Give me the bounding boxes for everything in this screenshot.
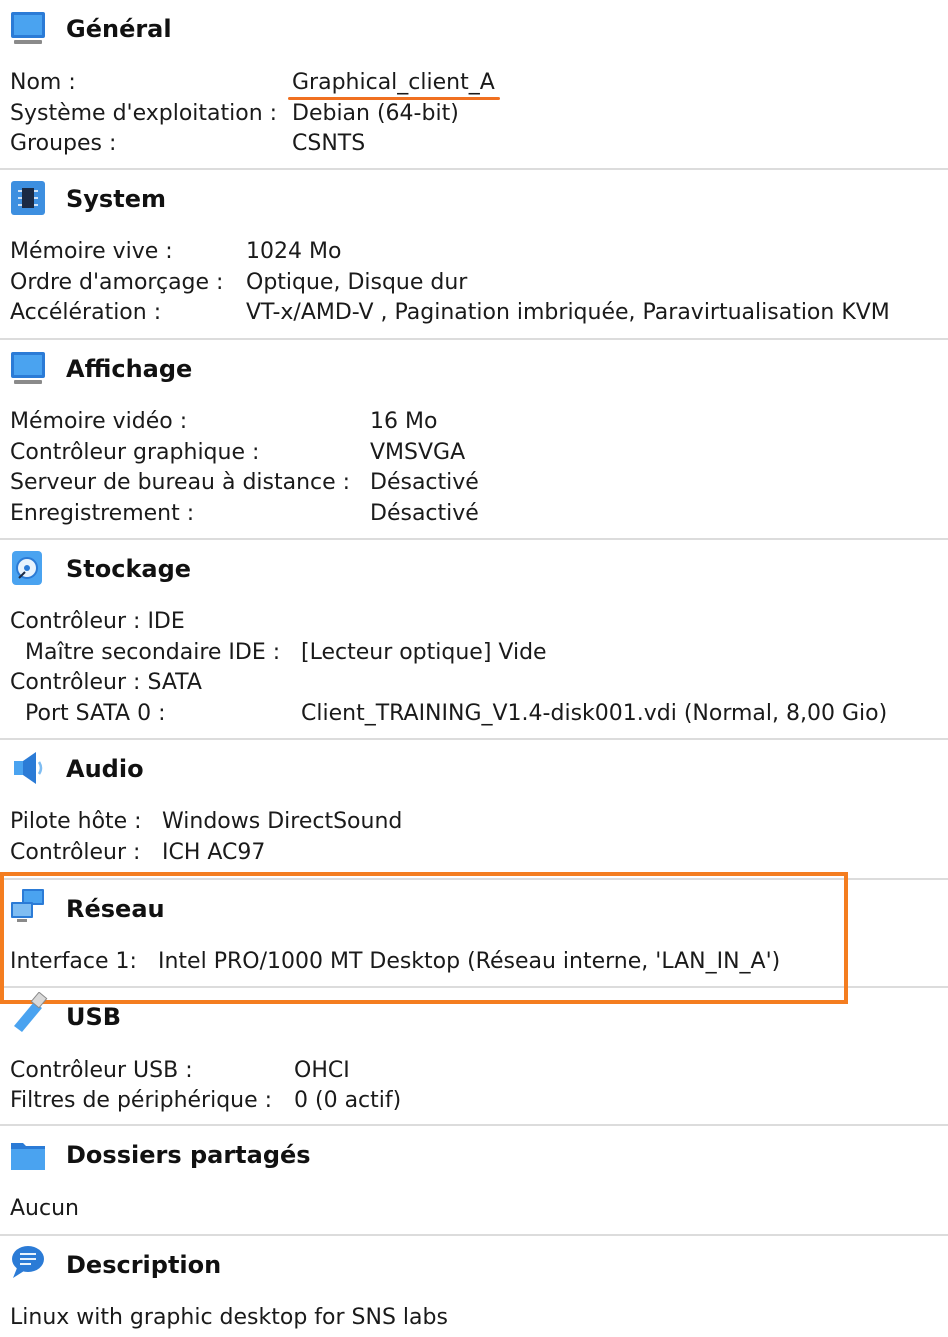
section-title-system: System bbox=[66, 185, 166, 213]
value-sata-port: Client_TRAINING_V1.4-disk001.vdi (Normal… bbox=[301, 701, 888, 726]
label-ide-secondary-master: Maître secondaire IDE : bbox=[25, 640, 281, 665]
label-host-driver: Pilote hôte : bbox=[10, 809, 142, 834]
label-sata-port: Port SATA 0 : bbox=[25, 701, 166, 726]
label-sata-controller: Contrôleur : SATA bbox=[10, 670, 202, 695]
section-description: Description Linux with graphic desktop f… bbox=[0, 1236, 948, 1337]
value-video-memory: 16 Mo bbox=[370, 409, 438, 434]
value-acceleration: VT-x/AMD-V , Pagination imbriquée, Parav… bbox=[246, 300, 890, 325]
folder-icon bbox=[11, 1143, 45, 1170]
section-title-usb: USB bbox=[66, 1003, 122, 1031]
label-audio-controller: Contrôleur : bbox=[10, 840, 141, 865]
section-usb: USB Contrôleur USB : OHCI Filtres de pér… bbox=[0, 988, 948, 1124]
label-boot-order: Ordre d'amorçage : bbox=[10, 270, 224, 295]
label-recording: Enregistrement : bbox=[10, 501, 195, 526]
label-video-memory: Mémoire vidéo : bbox=[10, 409, 188, 434]
label-ram: Mémoire vive : bbox=[10, 239, 173, 264]
disk-icon bbox=[12, 551, 42, 585]
description-text: Linux with graphic desktop for SNS labs bbox=[10, 1305, 448, 1330]
monitor-icon bbox=[11, 12, 45, 44]
speaker-icon bbox=[14, 752, 43, 784]
speech-bubble-icon bbox=[12, 1246, 44, 1278]
monitor-icon bbox=[11, 352, 45, 384]
value-usb-controller: OHCI bbox=[294, 1058, 350, 1083]
value-name: Graphical_client_A bbox=[292, 70, 495, 95]
value-groups: CSNTS bbox=[292, 131, 366, 156]
value-remote-desktop: Désactivé bbox=[370, 470, 479, 495]
section-audio: Audio Pilote hôte : Windows DirectSound … bbox=[0, 740, 948, 878]
value-os: Debian (64-bit) bbox=[292, 101, 459, 126]
label-remote-desktop: Serveur de bureau à distance : bbox=[10, 470, 351, 495]
usb-icon bbox=[14, 992, 48, 1032]
section-general: Général Nom : Graphical_client_A Système… bbox=[0, 0, 948, 168]
section-title-display: Affichage bbox=[66, 355, 193, 383]
label-os: Système d'exploitation : bbox=[10, 101, 278, 126]
chip-icon bbox=[11, 181, 45, 215]
label-shared-none: Aucun bbox=[10, 1196, 79, 1221]
network-highlight-box bbox=[0, 872, 848, 1004]
section-title-storage: Stockage bbox=[66, 555, 192, 583]
section-shared-folders: Dossiers partagés Aucun bbox=[0, 1126, 948, 1234]
label-ide-controller: Contrôleur : IDE bbox=[10, 609, 185, 634]
section-display: Affichage Mémoire vidéo : 16 Mo Contrôle… bbox=[0, 340, 948, 538]
label-usb-controller: Contrôleur USB : bbox=[10, 1058, 193, 1083]
value-audio-controller: ICH AC97 bbox=[162, 840, 266, 865]
section-title-audio: Audio bbox=[66, 755, 144, 783]
section-title-description: Description bbox=[66, 1251, 222, 1279]
value-ide-secondary-master: [Lecteur optique] Vide bbox=[301, 640, 547, 665]
value-ram: 1024 Mo bbox=[246, 239, 342, 264]
section-system: System Mémoire vive : 1024 Mo Ordre d'am… bbox=[0, 170, 948, 338]
label-acceleration: Accélération : bbox=[10, 300, 162, 325]
section-title-general: Général bbox=[66, 15, 172, 43]
value-recording: Désactivé bbox=[370, 501, 479, 526]
value-device-filters: 0 (0 actif) bbox=[294, 1088, 402, 1113]
label-groups: Groupes : bbox=[10, 131, 117, 156]
value-boot-order: Optique, Disque dur bbox=[246, 270, 468, 295]
value-host-driver: Windows DirectSound bbox=[162, 809, 403, 834]
value-graphics-controller: VMSVGA bbox=[370, 440, 466, 465]
label-device-filters: Filtres de périphérique : bbox=[10, 1088, 273, 1113]
label-name: Nom : bbox=[10, 70, 76, 95]
section-storage: Stockage Contrôleur : IDE Maître seconda… bbox=[0, 540, 948, 738]
label-graphics-controller: Contrôleur graphique : bbox=[10, 440, 260, 465]
section-title-shared-folders: Dossiers partagés bbox=[66, 1141, 311, 1169]
